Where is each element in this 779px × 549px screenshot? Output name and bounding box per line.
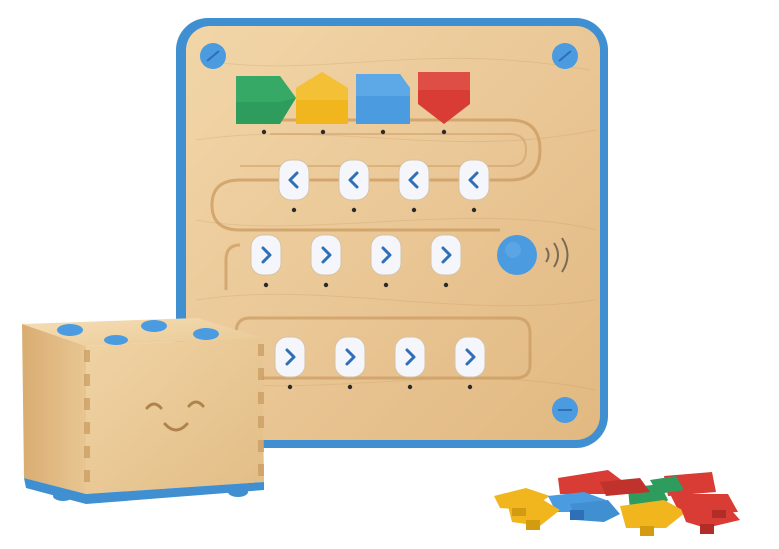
slot-indicator-dot xyxy=(287,384,293,390)
slot-indicator-dot xyxy=(263,282,269,288)
block-blue[interactable] xyxy=(356,74,410,124)
slot-indicator-dot xyxy=(443,282,449,288)
slot-indicator-dot xyxy=(383,282,389,288)
slot-indicator-dot xyxy=(323,282,329,288)
robot-cube xyxy=(22,318,264,504)
slot-indicator-dot xyxy=(347,384,353,390)
product-photo-scene xyxy=(22,18,740,536)
slot-indicator-dot xyxy=(351,207,357,213)
slot-indicator-dot xyxy=(291,207,297,213)
robot-wheel-left xyxy=(53,491,73,501)
slot-indicator-dot xyxy=(467,384,473,390)
go-button[interactable] xyxy=(497,235,537,275)
slot-indicator-dot xyxy=(471,207,477,213)
robot-side-face xyxy=(22,324,86,494)
slot-indicator-dot xyxy=(407,384,413,390)
robot-wheel-right xyxy=(228,487,248,497)
robot-front-face xyxy=(86,338,264,494)
loose-blocks-pile xyxy=(494,470,740,536)
slot-indicator-dot xyxy=(411,207,417,213)
